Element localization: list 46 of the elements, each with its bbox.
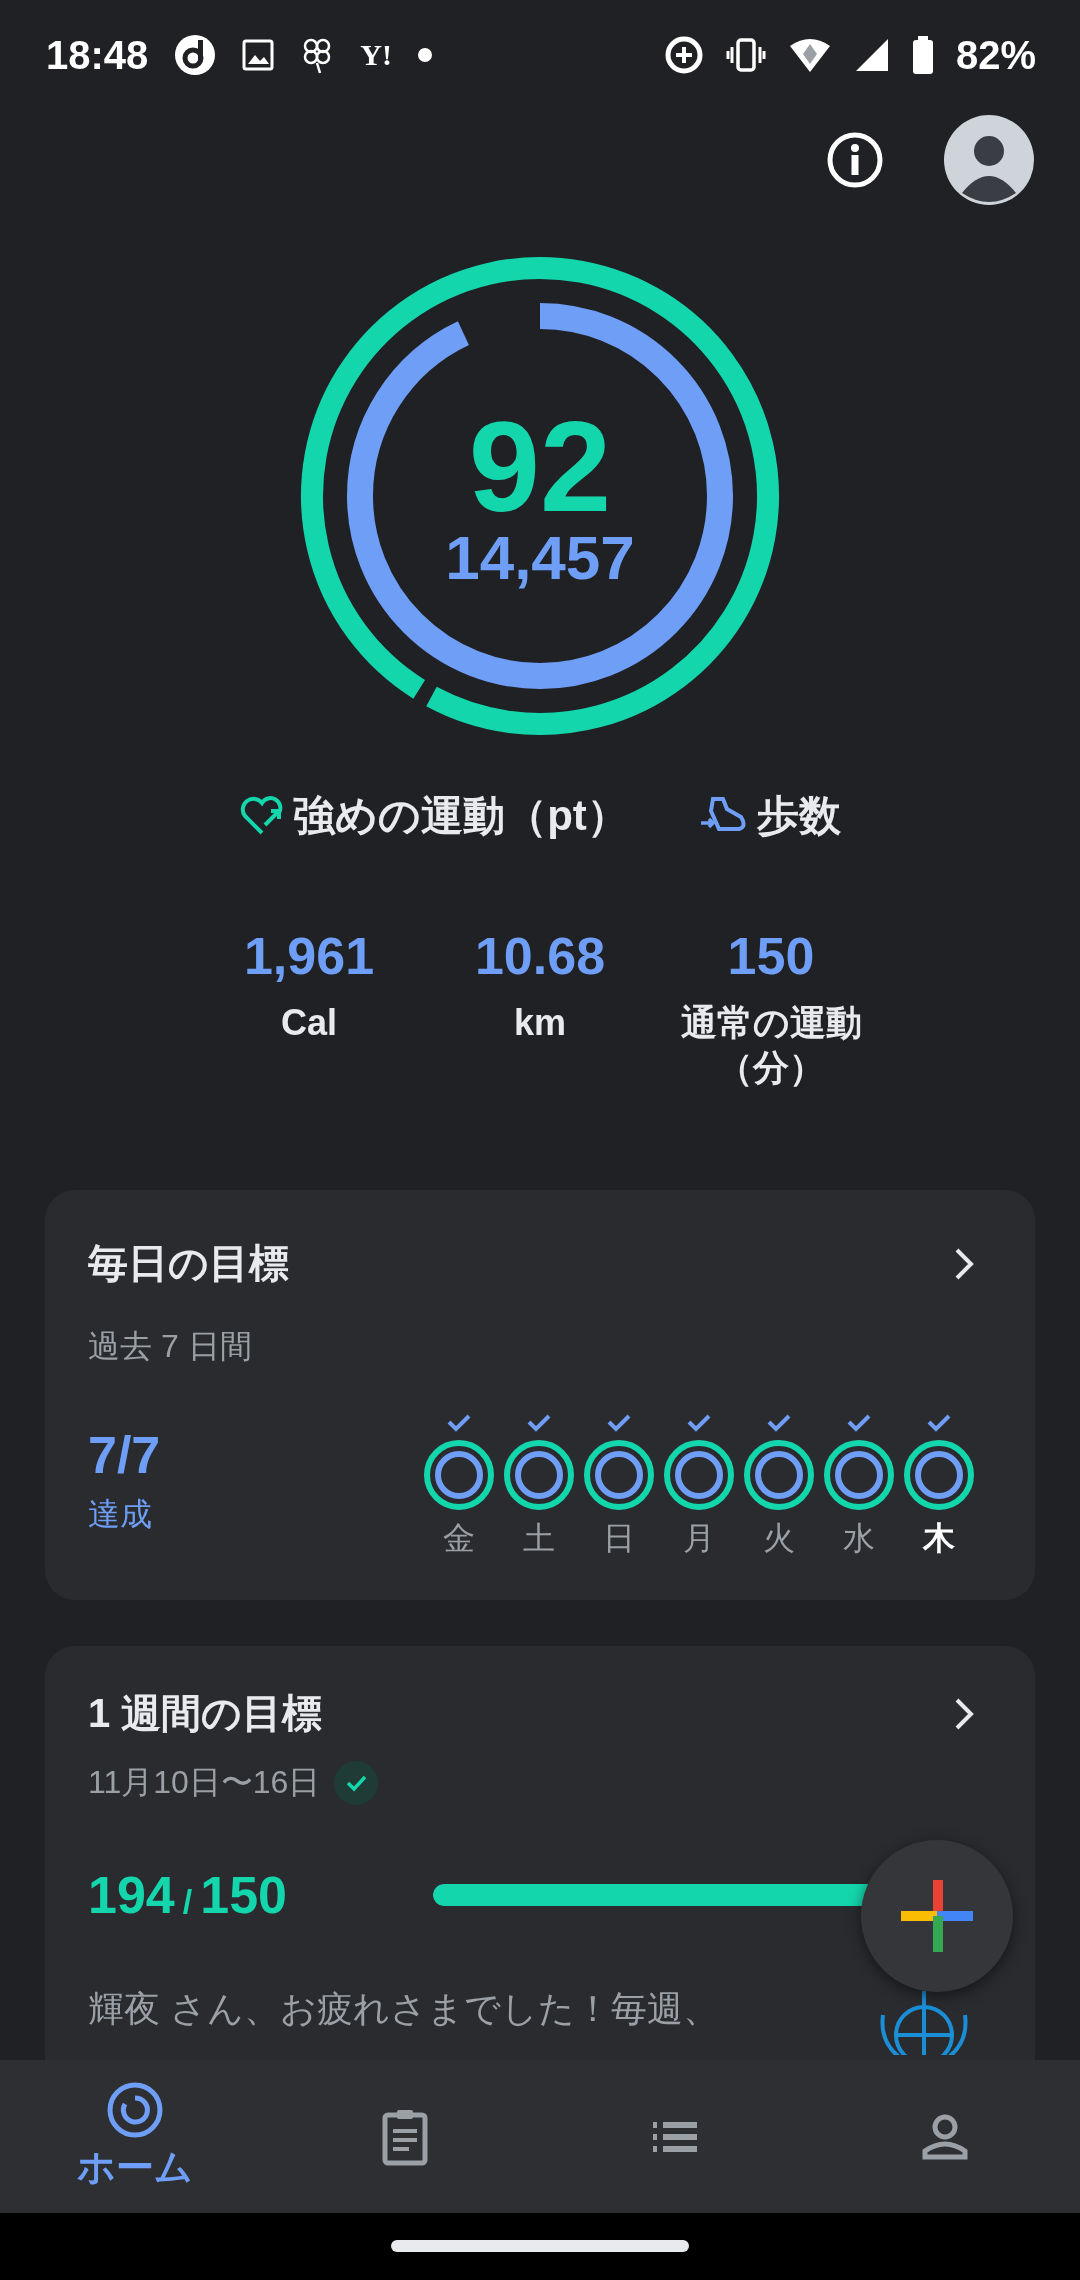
day-rings — [423, 1439, 495, 1511]
day-label: 水 — [843, 1519, 875, 1558]
stat-value: 1,961 — [243, 926, 375, 986]
stat-label: km — [513, 1001, 567, 1045]
separator: / — [182, 1882, 193, 1920]
stat-value: 10.68 — [474, 926, 606, 986]
day-rings — [583, 1439, 655, 1511]
message: 輝夜 さん、お疲れさまでした！毎週、 — [88, 1987, 719, 2031]
clock: 18:48 — [46, 32, 149, 78]
stat-label: Cal — [280, 1001, 338, 1045]
notification-logo: Y! — [360, 38, 392, 72]
goal-status: 達成 — [88, 1495, 153, 1534]
goal-count: 7/7 — [88, 1425, 161, 1485]
legend-label: 歩数 — [756, 791, 841, 841]
battery-icon — [911, 36, 934, 74]
avatar[interactable] — [944, 115, 1034, 205]
progress-value: 194 — [88, 1866, 175, 1924]
card-title: 毎日の目標 — [88, 1240, 289, 1287]
day-rings — [503, 1439, 575, 1511]
vibrate-icon — [725, 37, 766, 73]
dot-icon — [417, 48, 432, 62]
goal-value: 150 — [200, 1866, 287, 1924]
day-label: 火 — [763, 1519, 795, 1558]
date-range: 11月10日〜16日 — [88, 1763, 321, 1802]
day-rings — [823, 1439, 895, 1511]
day-label: 月 — [683, 1519, 715, 1558]
ring-icon — [105, 2080, 165, 2140]
day-rings — [743, 1439, 815, 1511]
day-label: 土 — [523, 1519, 555, 1558]
day-label: 金 — [443, 1519, 475, 1558]
day-rings — [903, 1439, 975, 1511]
image-icon — [242, 39, 275, 71]
data-saver-icon — [663, 35, 704, 75]
legend-label: 強めの運動（pt） — [293, 791, 629, 841]
wifi-icon — [787, 36, 832, 74]
day-label: 日 — [603, 1519, 635, 1558]
info-icon[interactable] — [826, 131, 884, 189]
card-title: 1 週間の目標 — [88, 1690, 323, 1737]
stat-label: 通常の運動（分） — [679, 1001, 863, 1090]
app-notification-icon — [174, 34, 217, 76]
card-subtitle: 過去 7 日間 — [88, 1327, 253, 1366]
day-label: 木 — [923, 1519, 955, 1558]
day-rings — [663, 1439, 735, 1511]
battery-percentage: 82% — [955, 32, 1036, 78]
stat-value: 150 — [727, 926, 815, 986]
plus-icon — [901, 1880, 973, 1952]
